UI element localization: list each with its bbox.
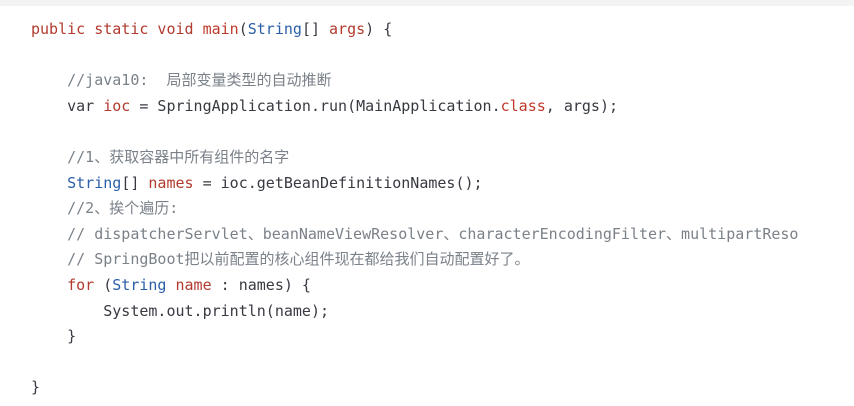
code-line: } [31,324,76,349]
code-block: public static void main(String[] args) {… [0,6,854,406]
code-token: for [67,276,95,294]
code-token: public static void [31,20,203,38]
code-token: = ioc.getBeanDefinitionNames(); [193,173,483,192]
code-token: } [31,378,41,397]
code-token: String [112,276,167,294]
code-token: //java10: 局部变量类型的自动推断 [31,71,332,90]
code-token: ) { [365,20,393,38]
code-line: for (String name : names) { [31,273,311,298]
code-token: : names) { [211,276,311,294]
code-token: class [500,96,546,115]
code-line: String[] names = ioc.getBeanDefinitionNa… [31,171,483,196]
code-token: //1、获取容器中所有组件的名字 [31,148,290,166]
code-token: // dispatcherServlet、beanNameViewResolve… [31,224,799,243]
code-token: names [148,173,194,192]
code-token: //2、挨个遍历: [31,199,179,218]
code-token: args [329,20,366,38]
code-token: [] [121,173,149,192]
code-token: } [31,327,77,346]
code-token: var [31,96,104,115]
code-line: var ioc = SpringApplication.run(MainAppl… [31,94,618,119]
code-token: = SpringApplication.run(MainApplication. [130,96,501,115]
code-line: System.out.println(name); [31,299,329,324]
code-token: , args); [545,96,619,115]
code-line: // SpringBoot把以前配置的核心组件现在都给我们自动配置好了。 [31,247,530,272]
code-line: //2、挨个遍历: [31,196,178,221]
code-token: System.out.println(name); [31,301,330,320]
code-token: main [202,20,239,38]
code-token: ( [94,276,113,294]
code-token: String [247,20,302,38]
code-token: String [67,173,122,192]
code-token: [] [301,20,330,38]
code-line: // dispatcherServlet、beanNameViewResolve… [31,222,798,247]
code-line: public static void main(String[] args) { [31,17,392,42]
code-line: //java10: 局部变量类型的自动推断 [31,68,331,93]
code-token: ( [238,20,248,38]
code-line: } [31,375,40,400]
code-token: ioc [103,96,131,115]
code-token: name [175,276,212,294]
code-line: //1、获取容器中所有组件的名字 [31,145,289,170]
code-token: // SpringBoot把以前配置的核心组件现在都给我们自动配置好了。 [31,250,530,269]
